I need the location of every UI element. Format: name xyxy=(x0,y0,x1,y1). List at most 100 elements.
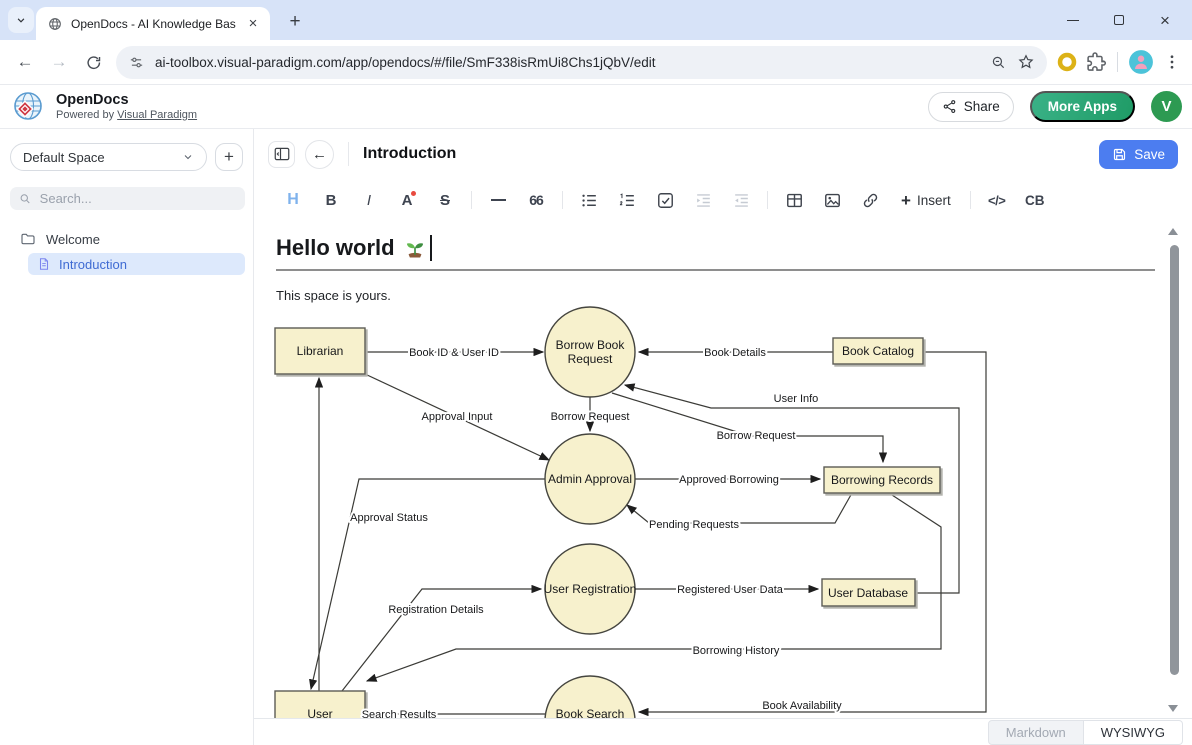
edge-label: Book ID & User ID xyxy=(409,347,499,359)
url-text[interactable]: ai-toolbox.visual-paradigm.com/app/opend… xyxy=(155,55,980,70)
link-icon xyxy=(861,191,880,210)
text-cursor xyxy=(430,235,432,261)
edge-label: Pending Requests xyxy=(649,519,739,531)
save-button[interactable]: Save xyxy=(1099,140,1178,169)
hr-icon xyxy=(491,199,506,201)
edge-label: Borrow Request xyxy=(717,430,796,442)
site-settings-icon[interactable] xyxy=(128,54,145,71)
node-user-database-label: User Database xyxy=(828,586,908,600)
browser-reload-button[interactable] xyxy=(76,45,110,79)
code-block-button[interactable]: CB xyxy=(1016,187,1054,213)
share-button[interactable]: Share xyxy=(928,92,1014,122)
bookmark-star-icon[interactable] xyxy=(1017,53,1035,71)
browser-forward-button: → xyxy=(42,45,76,79)
sidebar-item-introduction[interactable]: Introduction xyxy=(28,253,245,275)
red-dot xyxy=(411,191,416,196)
heading-text: Hello world xyxy=(276,235,395,261)
scrollbar-thumb[interactable] xyxy=(1170,245,1179,675)
tab-markdown[interactable]: Markdown xyxy=(988,720,1084,745)
editor-pane: ← Introduction Save H B I A S 66 xyxy=(254,129,1192,745)
scrollbar-up-arrow[interactable] xyxy=(1168,228,1178,235)
opendocs-logo xyxy=(10,89,46,125)
link-button[interactable] xyxy=(851,187,889,213)
edge-label: Approved Borrowing xyxy=(679,474,779,486)
seedling-emoji-icon xyxy=(404,237,426,259)
editor-mode-bar: Markdown WYSIWYG xyxy=(254,718,1192,745)
browser-toolbar: ← → ai-toolbox.visual-paradigm.com/app/o… xyxy=(0,40,1192,85)
blockquote-button[interactable]: 66 xyxy=(517,187,555,213)
indent-icon xyxy=(694,191,713,210)
doc-heading[interactable]: Hello world xyxy=(276,235,1155,261)
tab-close-icon[interactable]: × xyxy=(244,15,262,33)
table-icon xyxy=(785,191,804,210)
back-button[interactable]: ← xyxy=(305,140,334,169)
data-flow-diagram[interactable]: Librarian Borrow BookRequest Book Catalo… xyxy=(267,301,1159,745)
task-list-button[interactable] xyxy=(646,187,684,213)
browser-tab[interactable]: OpenDocs - AI Knowledge Base × xyxy=(36,7,270,40)
node-admin-approval-label: Admin Approval xyxy=(548,472,632,486)
chevron-down-icon xyxy=(182,151,194,163)
toggle-sidebar-button[interactable] xyxy=(268,141,295,168)
numbered-list-button[interactable] xyxy=(608,187,646,213)
extension-ring-icon[interactable] xyxy=(1055,50,1079,74)
sidebar-search[interactable] xyxy=(10,187,245,210)
search-icon xyxy=(19,192,32,206)
window-maximize-button[interactable] xyxy=(1096,0,1142,40)
toolbar-divider xyxy=(471,191,472,209)
tab-wysiwyg[interactable]: WYSIWYG xyxy=(1084,720,1183,745)
tab-title: OpenDocs - AI Knowledge Base xyxy=(71,17,236,31)
save-floppy-icon xyxy=(1112,147,1127,162)
powered-by: Powered by Visual Paradigm xyxy=(56,109,197,121)
tab-favicon-globe-icon xyxy=(47,16,63,32)
font-color-button[interactable]: A xyxy=(388,187,426,213)
node-borrowing-records-label: Borrowing Records xyxy=(831,473,933,487)
page-label: Introduction xyxy=(59,257,127,272)
document-icon xyxy=(37,257,51,271)
strikethrough-button[interactable]: S xyxy=(426,187,464,213)
node-book-catalog-label: Book Catalog xyxy=(842,344,914,358)
bold-button[interactable]: B xyxy=(312,187,350,213)
browser-menu-kebab-icon[interactable] xyxy=(1160,50,1184,74)
numbered-list-icon xyxy=(618,191,637,210)
space-selector[interactable]: Default Space xyxy=(10,143,207,171)
scrollbar-down-arrow[interactable] xyxy=(1168,705,1178,712)
search-input[interactable] xyxy=(40,191,236,206)
outdent-icon xyxy=(732,191,751,210)
image-button[interactable] xyxy=(813,187,851,213)
heading-button[interactable]: H xyxy=(274,187,312,213)
window-minimize-button[interactable] xyxy=(1050,0,1096,40)
more-apps-button[interactable]: More Apps xyxy=(1030,91,1135,122)
address-bar[interactable]: ai-toolbox.visual-paradigm.com/app/opend… xyxy=(116,46,1047,79)
extensions-puzzle-icon[interactable] xyxy=(1085,51,1107,73)
italic-button[interactable]: I xyxy=(350,187,388,213)
new-tab-button[interactable]: + xyxy=(282,9,308,35)
save-label: Save xyxy=(1134,147,1165,162)
indent-button xyxy=(684,187,722,213)
toolbar-separator xyxy=(1117,52,1118,72)
close-icon: × xyxy=(1160,12,1170,29)
inline-code-button[interactable]: </> xyxy=(978,187,1016,213)
document-content[interactable]: Hello world This space is yours. xyxy=(254,221,1192,745)
horizontal-rule-button[interactable] xyxy=(479,187,517,213)
window-close-button[interactable]: × xyxy=(1142,0,1188,40)
tab-search-chevron-icon[interactable] xyxy=(8,7,34,33)
add-space-button[interactable]: + xyxy=(215,143,243,171)
browser-back-button[interactable]: ← xyxy=(8,45,42,79)
profile-avatar[interactable] xyxy=(1128,49,1154,75)
sidebar-item-welcome[interactable]: Welcome xyxy=(0,228,253,250)
plus-icon: + xyxy=(901,192,911,209)
space-selector-value: Default Space xyxy=(23,150,182,165)
table-button[interactable] xyxy=(775,187,813,213)
edge-label: Approval Status xyxy=(350,512,428,524)
user-avatar[interactable]: V xyxy=(1151,91,1182,122)
zoom-icon[interactable] xyxy=(990,54,1007,71)
insert-label: Insert xyxy=(917,193,951,208)
edge-borrow-request-right xyxy=(612,393,883,462)
bullet-list-button[interactable] xyxy=(570,187,608,213)
visual-paradigm-link[interactable]: Visual Paradigm xyxy=(117,109,197,121)
edge-label: Book Availability xyxy=(762,700,842,712)
toolbar-divider xyxy=(767,191,768,209)
edge-book-availability xyxy=(639,352,986,712)
insert-button[interactable]: + Insert xyxy=(889,187,963,213)
toolbar-divider xyxy=(562,191,563,209)
